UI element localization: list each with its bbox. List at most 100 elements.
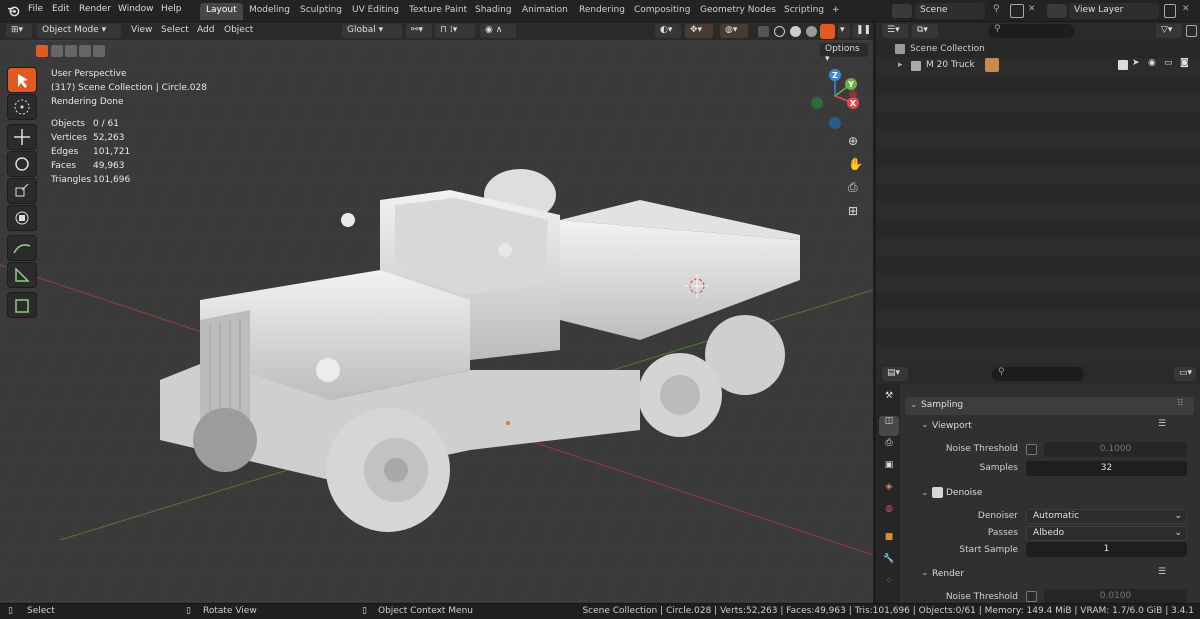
shading-options-icon[interactable]: ▾ xyxy=(838,24,850,38)
eye-icon[interactable]: ◉ xyxy=(1148,58,1156,68)
particles-tab-icon[interactable]: ⁘ xyxy=(879,576,899,596)
render-subpanel-title[interactable]: Render xyxy=(932,569,964,579)
select-mode-extend-icon[interactable] xyxy=(51,45,63,57)
menu-help[interactable]: Help xyxy=(161,4,182,14)
filter-icon[interactable]: ▽▾ xyxy=(1156,24,1182,38)
modifier-tab-icon[interactable]: 🔧 xyxy=(879,554,899,574)
annotate-tool[interactable] xyxy=(7,235,37,261)
denoiser-dropdown[interactable]: Automatic ⌄ xyxy=(1026,509,1187,524)
scene-collection-label[interactable]: Scene Collection xyxy=(910,44,985,54)
select-box-tool[interactable] xyxy=(7,67,37,93)
render-collapse-icon[interactable]: ⌄ xyxy=(921,568,929,578)
viewport-monitor-icon[interactable]: ▭ xyxy=(1164,58,1173,68)
render-noise-threshold-field[interactable]: 0.0100 xyxy=(1044,589,1187,603)
select-mode-subtract-icon[interactable] xyxy=(65,45,77,57)
view-layer-selector-icon[interactable] xyxy=(1047,4,1067,18)
outliner-editor-type-icon[interactable]: ☰▾ xyxy=(882,24,908,38)
xray-toggle-icon[interactable] xyxy=(758,26,769,37)
properties-editor-type-icon[interactable]: ▤▾ xyxy=(882,367,908,381)
pause-render-icon[interactable]: ❚❚ xyxy=(853,24,871,38)
proportional-edit-icon[interactable]: ◉ ∧ xyxy=(480,24,516,38)
tab-rendering[interactable]: Rendering xyxy=(573,3,631,20)
rendered-shading-icon[interactable] xyxy=(820,24,835,39)
menu-add[interactable]: Add xyxy=(197,25,214,35)
new-collection-icon[interactable] xyxy=(1186,25,1197,37)
delete-view-layer-icon[interactable]: ✕ xyxy=(1182,4,1194,18)
denoise-checkbox[interactable] xyxy=(932,487,943,498)
display-mode-icon[interactable]: ⧉▾ xyxy=(912,24,938,38)
add-workspace-button[interactable]: + xyxy=(826,3,846,20)
menu-view[interactable]: View xyxy=(131,25,152,35)
denoise-subpanel-title[interactable]: Denoise xyxy=(946,488,982,498)
scale-tool[interactable] xyxy=(7,178,37,204)
orientation-dropdown[interactable]: Global ▾ xyxy=(342,24,402,38)
tab-sculpting[interactable]: Sculpting xyxy=(294,3,348,20)
select-mode-invert-icon[interactable] xyxy=(79,45,91,57)
pin-icon[interactable]: ⚲ xyxy=(993,4,1005,18)
move-tool[interactable] xyxy=(7,124,37,150)
snap-icon[interactable]: ⊓ ⁞▾ xyxy=(435,24,475,38)
view-layer-field[interactable]: View Layer xyxy=(1069,3,1159,19)
tab-uv-editing[interactable]: UV Editing xyxy=(346,3,405,20)
sampling-panel-header[interactable]: ⌄ Sampling ⠿ xyxy=(905,397,1194,415)
scene-selector-icon[interactable] xyxy=(892,4,912,18)
viewport-presets-icon[interactable]: ☰ xyxy=(1158,419,1166,429)
tool-tab-icon[interactable]: ⚒ xyxy=(879,391,899,411)
tab-shading[interactable]: Shading xyxy=(469,3,518,20)
noise-threshold-checkbox[interactable] xyxy=(1026,444,1037,455)
menu-edit[interactable]: Edit xyxy=(52,4,69,14)
selectable-icon[interactable]: ➤ xyxy=(1132,58,1140,68)
start-sample-field[interactable]: 1 xyxy=(1026,542,1187,557)
delete-scene-icon[interactable]: ✕ xyxy=(1028,4,1040,18)
menu-render[interactable]: Render xyxy=(79,4,111,14)
pan-hand-icon[interactable]: ✋ xyxy=(848,157,866,175)
blender-logo-icon[interactable] xyxy=(7,4,20,17)
outliner-search-input[interactable]: ⚲ xyxy=(988,24,1074,38)
tab-geometry-nodes[interactable]: Geometry Nodes xyxy=(694,3,782,20)
samples-field[interactable]: 32 xyxy=(1026,461,1187,476)
new-view-layer-icon[interactable] xyxy=(1164,4,1176,18)
cursor-tool[interactable] xyxy=(7,94,37,120)
exclude-checkbox[interactable] xyxy=(1118,60,1128,70)
properties-search-input[interactable]: ⚲ xyxy=(992,367,1084,381)
properties-pin-icon[interactable]: ▭▾ xyxy=(1174,367,1196,381)
tab-texture-paint[interactable]: Texture Paint xyxy=(403,3,473,20)
outliner-item-label[interactable]: M 20 Truck xyxy=(926,60,975,70)
material-shading-icon[interactable] xyxy=(806,26,817,37)
options-dropdown[interactable]: Options ▾ xyxy=(820,43,868,64)
expand-arrow-icon[interactable]: ▸ xyxy=(898,60,903,70)
overlays-toggle-icon[interactable]: ◍▾ xyxy=(720,24,748,38)
pivot-icon[interactable]: ⚯▾ xyxy=(406,24,432,38)
object-tab-icon[interactable]: ■ xyxy=(879,532,899,552)
wireframe-shading-icon[interactable] xyxy=(774,26,785,37)
menu-window[interactable]: Window xyxy=(118,4,154,14)
viewport-collapse-icon[interactable]: ⌄ xyxy=(921,420,929,430)
tab-compositing[interactable]: Compositing xyxy=(628,3,696,20)
passes-dropdown[interactable]: Albedo ⌄ xyxy=(1026,526,1187,541)
world-tab-icon[interactable]: ◍ xyxy=(879,504,899,524)
noise-threshold-field[interactable]: 0.1000 xyxy=(1044,442,1187,457)
gizmo-toggle-icon[interactable]: ✥▾ xyxy=(685,24,713,38)
menu-file[interactable]: File xyxy=(28,4,43,14)
output-tab-icon[interactable]: ⎙ xyxy=(879,438,899,458)
drag-handle-icon[interactable]: ⠿ xyxy=(1177,399,1184,409)
denoise-collapse-icon[interactable]: ⌄ xyxy=(921,488,929,498)
visibility-icon[interactable]: ◐▾ xyxy=(655,24,681,38)
tab-modeling[interactable]: Modeling xyxy=(243,3,296,20)
render-tab-icon[interactable]: ◫ xyxy=(879,416,899,436)
solid-shading-icon[interactable] xyxy=(790,26,801,37)
transform-tool[interactable] xyxy=(7,205,37,231)
render-camera-icon[interactable]: ◙ xyxy=(1180,58,1189,68)
view-layer-tab-icon[interactable]: ▣ xyxy=(879,460,899,480)
menu-select[interactable]: Select xyxy=(161,25,189,35)
zoom-icon[interactable]: ⊕ xyxy=(848,134,866,152)
viewport-subpanel-title[interactable]: Viewport xyxy=(932,421,972,431)
rotate-tool[interactable] xyxy=(7,151,37,177)
add-cube-tool[interactable] xyxy=(7,292,37,318)
ortho-grid-icon[interactable]: ⊞ xyxy=(848,204,866,222)
mode-dropdown[interactable]: Object Mode ▾ xyxy=(37,24,121,38)
tab-animation[interactable]: Animation xyxy=(516,3,574,20)
navigation-gizmo[interactable]: Z X Y xyxy=(805,66,865,132)
camera-view-icon[interactable]: ⎙ xyxy=(848,180,866,198)
3d-viewport[interactable]: User Perspective (317) Scene Collection … xyxy=(0,40,873,603)
